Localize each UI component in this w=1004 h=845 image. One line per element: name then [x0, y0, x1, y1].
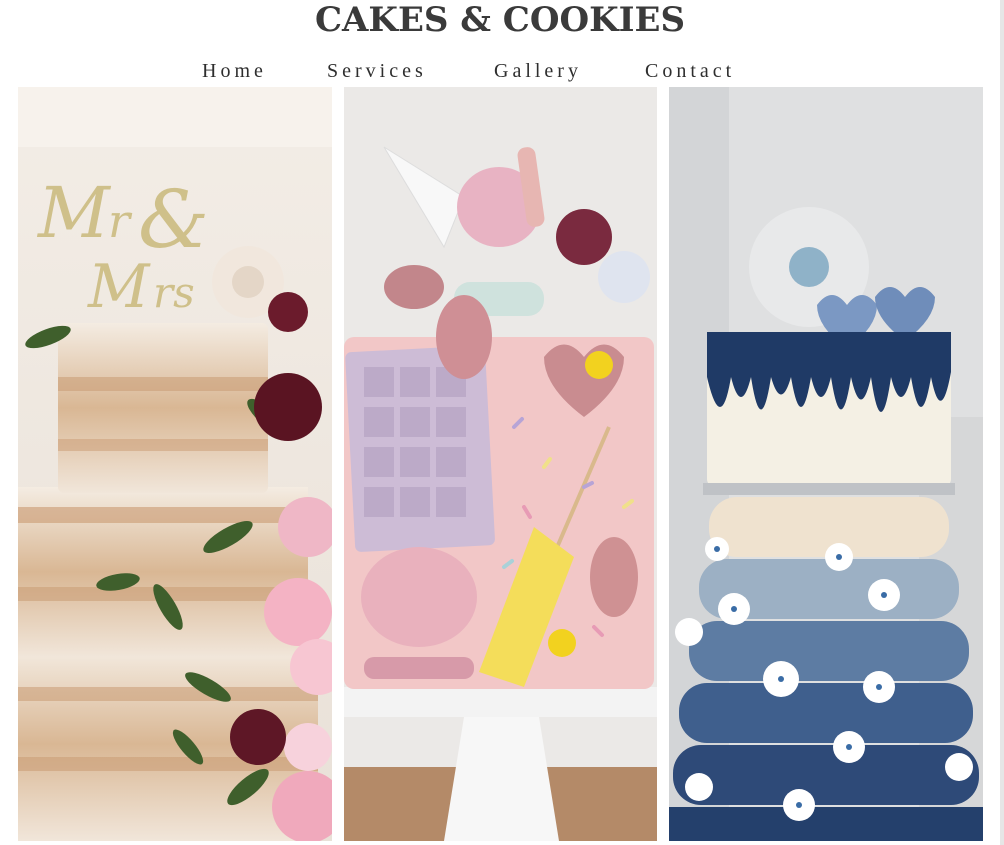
- svg-text:M: M: [87, 252, 151, 322]
- pink-drip-cake-illustration: [344, 87, 657, 841]
- nav-item-contact[interactable]: Contact: [645, 58, 735, 84]
- nav-item-services[interactable]: Services: [327, 58, 427, 84]
- naked-wedding-cake-illustration: M r & M rs: [18, 87, 332, 841]
- gallery-image-pink-drip-cake[interactable]: [344, 87, 657, 841]
- site-title: CAKES & COOKIES: [314, 0, 686, 40]
- page-edge-divider: [1000, 0, 1004, 845]
- nav-item-gallery[interactable]: Gallery: [494, 58, 582, 84]
- main-nav: Home Services Gallery Contact: [0, 58, 948, 84]
- gallery-image-naked-wedding-cake[interactable]: M r & M rs: [18, 87, 332, 841]
- svg-text:M: M: [36, 172, 112, 254]
- gallery-image-blue-macaron-tower-cake[interactable]: [669, 87, 983, 841]
- nav-item-home[interactable]: Home: [202, 58, 267, 84]
- svg-text:rs: rs: [153, 268, 195, 317]
- blue-macaron-tower-illustration: [669, 87, 983, 841]
- svg-text:r: r: [108, 194, 133, 248]
